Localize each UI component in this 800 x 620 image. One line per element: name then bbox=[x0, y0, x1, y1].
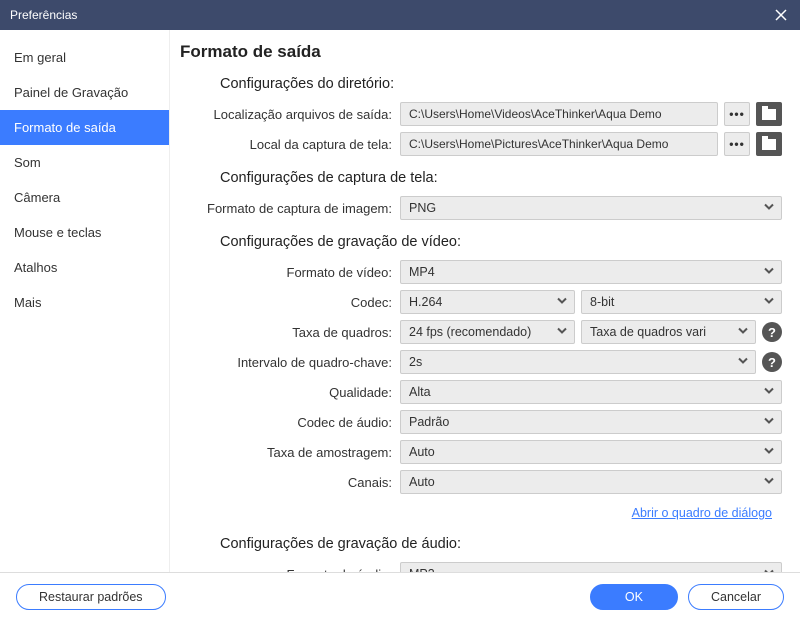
chevron-down-icon bbox=[763, 445, 775, 460]
select-value: 2s bbox=[409, 355, 422, 369]
content-pane: Formato de saída Configurações do diretó… bbox=[170, 30, 800, 572]
sidebar-item-output-format[interactable]: Formato de saída bbox=[0, 110, 169, 145]
footer: Restaurar padrões OK Cancelar bbox=[0, 572, 800, 620]
sidebar-item-sound[interactable]: Som bbox=[0, 145, 169, 180]
output-path-open-button[interactable] bbox=[756, 102, 782, 126]
audio-format-select[interactable]: MP3 bbox=[400, 562, 782, 572]
section-screenshot: Configurações de captura de tela: bbox=[220, 170, 782, 186]
titlebar: Preferências bbox=[0, 0, 800, 30]
video-format-select[interactable]: MP4 bbox=[400, 260, 782, 284]
channels-select[interactable]: Auto bbox=[400, 470, 782, 494]
chevron-down-icon bbox=[763, 567, 775, 573]
select-value: 24 fps (recomendado) bbox=[409, 325, 531, 339]
sidebar-item-general[interactable]: Em geral bbox=[0, 40, 169, 75]
select-value: Padrão bbox=[409, 415, 449, 429]
sidebar: Em geral Painel de Gravação Formato de s… bbox=[0, 30, 170, 572]
image-format-label: Formato de captura de imagem: bbox=[180, 201, 400, 216]
chevron-down-icon bbox=[763, 265, 775, 280]
video-format-label: Formato de vídeo: bbox=[180, 265, 400, 280]
select-value: 8-bit bbox=[590, 295, 614, 309]
window-title: Preferências bbox=[10, 8, 772, 22]
screenshot-path-browse-button[interactable]: ••• bbox=[724, 132, 750, 156]
audio-codec-select[interactable]: Padrão bbox=[400, 410, 782, 434]
select-value: Taxa de quadros vari bbox=[590, 325, 706, 339]
select-value: PNG bbox=[409, 201, 436, 215]
section-directory: Configurações do diretório: bbox=[220, 76, 782, 92]
sample-rate-select[interactable]: Auto bbox=[400, 440, 782, 464]
ok-button[interactable]: OK bbox=[590, 584, 678, 610]
chevron-down-icon bbox=[763, 475, 775, 490]
page-title: Formato de saída bbox=[180, 42, 782, 62]
codec-select[interactable]: H.264 bbox=[400, 290, 575, 314]
chevron-down-icon bbox=[556, 295, 568, 310]
select-value: Auto bbox=[409, 445, 435, 459]
close-icon bbox=[774, 8, 788, 22]
screenshot-path-field[interactable]: C:\Users\Home\Pictures\AceThinker\Aqua D… bbox=[400, 132, 718, 156]
fps-mode-select[interactable]: Taxa de quadros vari bbox=[581, 320, 756, 344]
select-value: Auto bbox=[409, 475, 435, 489]
bit-depth-select[interactable]: 8-bit bbox=[581, 290, 782, 314]
sidebar-item-more[interactable]: Mais bbox=[0, 285, 169, 320]
select-value: Alta bbox=[409, 385, 431, 399]
screenshot-path-open-button[interactable] bbox=[756, 132, 782, 156]
output-path-label: Localização arquivos de saída: bbox=[180, 107, 400, 122]
select-value: H.264 bbox=[409, 295, 442, 309]
sample-rate-label: Taxa de amostragem: bbox=[180, 445, 400, 460]
quality-select[interactable]: Alta bbox=[400, 380, 782, 404]
ellipsis-icon: ••• bbox=[729, 141, 745, 147]
close-button[interactable] bbox=[772, 6, 790, 24]
output-path-field[interactable]: C:\Users\Home\Videos\AceThinker\Aqua Dem… bbox=[400, 102, 718, 126]
chevron-down-icon bbox=[763, 415, 775, 430]
chevron-down-icon bbox=[737, 355, 749, 370]
cancel-button[interactable]: Cancelar bbox=[688, 584, 784, 610]
restore-defaults-button[interactable]: Restaurar padrões bbox=[16, 584, 166, 610]
fps-select[interactable]: 24 fps (recomendado) bbox=[400, 320, 575, 344]
channels-label: Canais: bbox=[180, 475, 400, 490]
folder-icon bbox=[762, 139, 776, 150]
output-path-browse-button[interactable]: ••• bbox=[724, 102, 750, 126]
section-audio: Configurações de gravação de áudio: bbox=[220, 536, 782, 552]
codec-label: Codec: bbox=[180, 295, 400, 310]
chevron-down-icon bbox=[737, 325, 749, 340]
sidebar-item-shortcuts[interactable]: Atalhos bbox=[0, 250, 169, 285]
folder-icon bbox=[762, 109, 776, 120]
chevron-down-icon bbox=[763, 201, 775, 216]
fps-label: Taxa de quadros: bbox=[180, 325, 400, 340]
ellipsis-icon: ••• bbox=[729, 111, 745, 117]
select-value: MP4 bbox=[409, 265, 435, 279]
screenshot-path-label: Local da captura de tela: bbox=[180, 137, 400, 152]
select-value: MP3 bbox=[409, 567, 435, 572]
chevron-down-icon bbox=[763, 295, 775, 310]
keyframe-select[interactable]: 2s bbox=[400, 350, 756, 374]
fps-help-button[interactable]: ? bbox=[762, 322, 782, 342]
sidebar-item-camera[interactable]: Câmera bbox=[0, 180, 169, 215]
sidebar-item-recording-panel[interactable]: Painel de Gravação bbox=[0, 75, 169, 110]
chevron-down-icon bbox=[763, 385, 775, 400]
open-dialog-link[interactable]: Abrir o quadro de diálogo bbox=[632, 506, 772, 520]
audio-codec-label: Codec de áudio: bbox=[180, 415, 400, 430]
section-video: Configurações de gravação de vídeo: bbox=[220, 234, 782, 250]
chevron-down-icon bbox=[556, 325, 568, 340]
quality-label: Qualidade: bbox=[180, 385, 400, 400]
keyframe-label: Intervalo de quadro-chave: bbox=[180, 355, 400, 370]
keyframe-help-button[interactable]: ? bbox=[762, 352, 782, 372]
image-format-select[interactable]: PNG bbox=[400, 196, 782, 220]
sidebar-item-mouse-keys[interactable]: Mouse e teclas bbox=[0, 215, 169, 250]
